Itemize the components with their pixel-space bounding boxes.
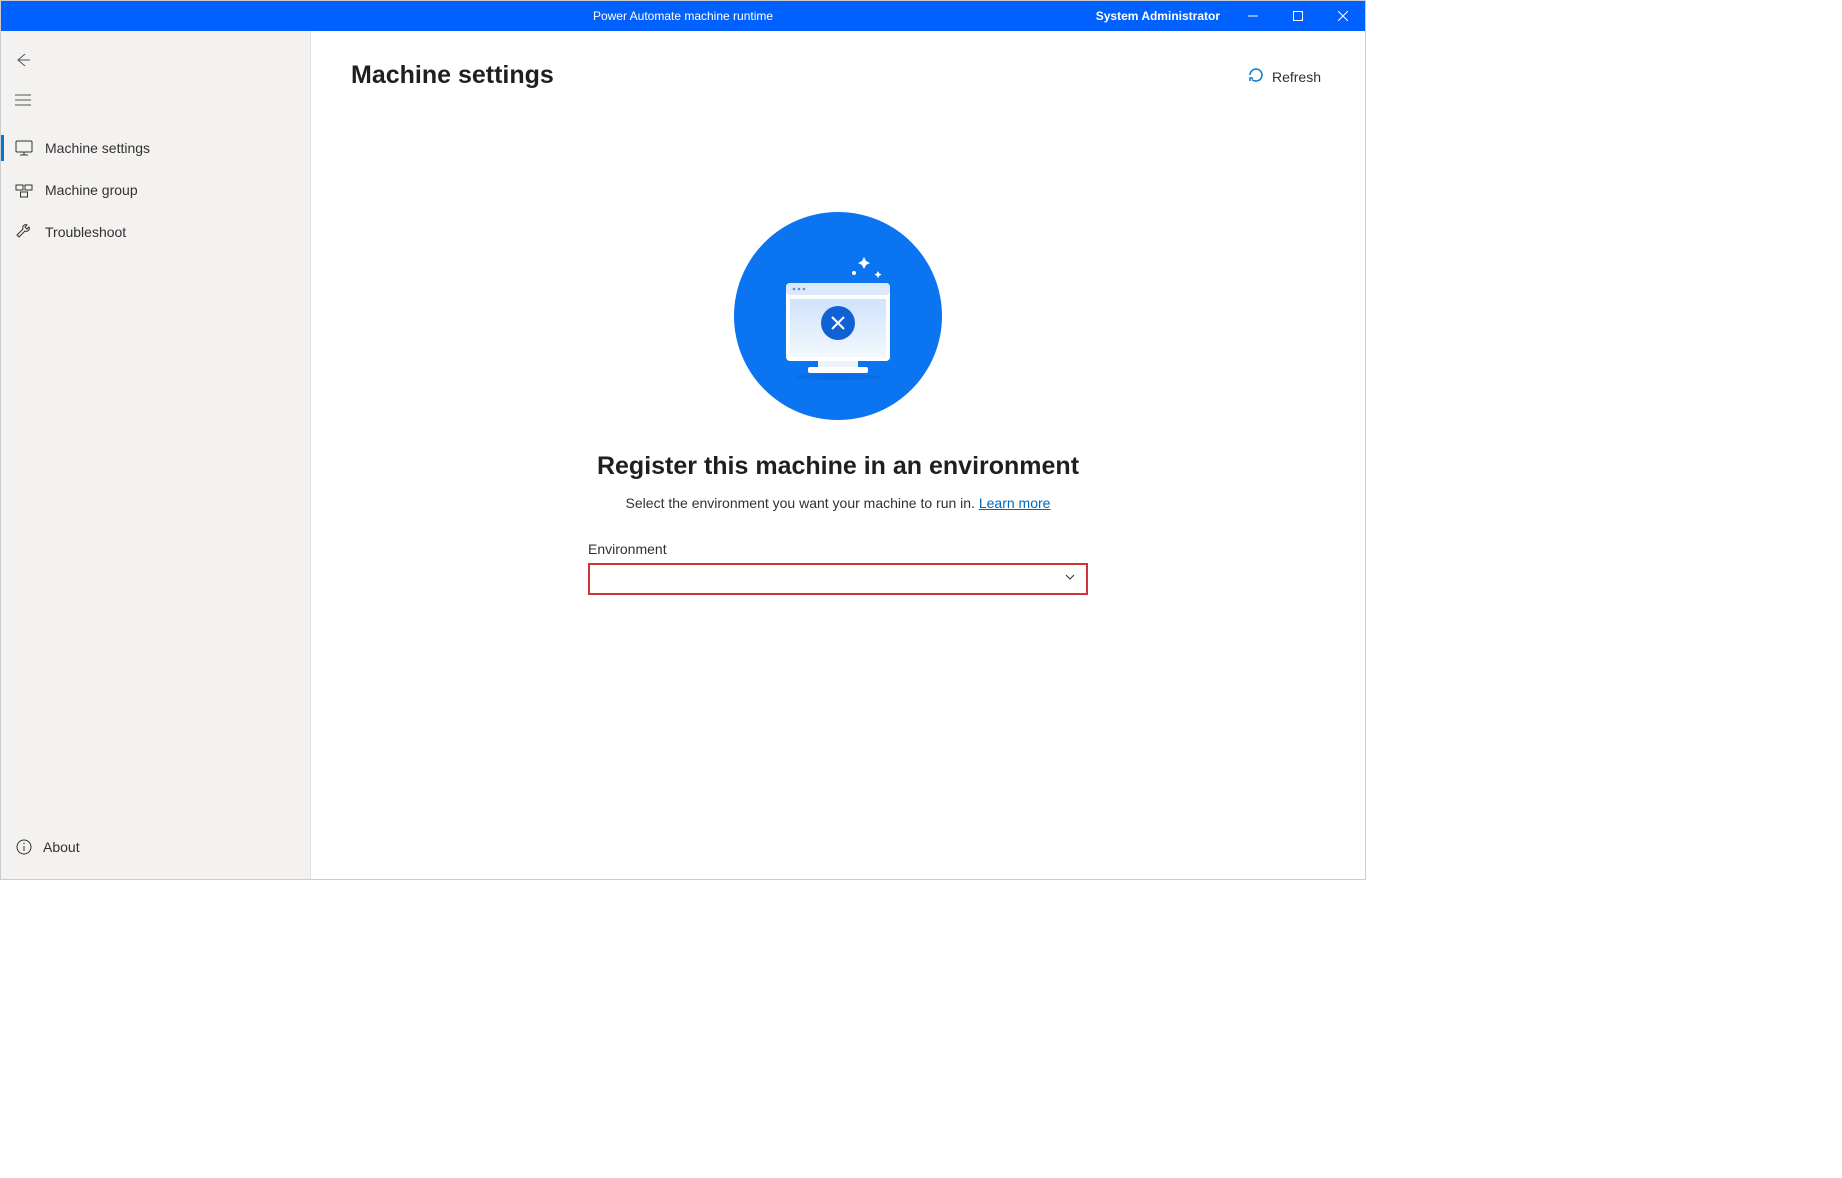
hamburger-button[interactable] xyxy=(3,83,43,117)
sidebar-item-machine-settings[interactable]: Machine settings xyxy=(1,127,310,169)
chevron-down-icon xyxy=(1064,570,1076,588)
window-controls xyxy=(1230,1,1365,31)
about-label: About xyxy=(43,839,80,855)
minimize-button[interactable] xyxy=(1230,1,1275,31)
environment-label: Environment xyxy=(588,541,1088,557)
sidebar-item-troubleshoot[interactable]: Troubleshoot xyxy=(1,211,310,253)
group-icon xyxy=(15,181,33,199)
sidebar-item-label: Troubleshoot xyxy=(45,224,126,240)
about-button[interactable]: About xyxy=(1,829,310,865)
learn-more-link[interactable]: Learn more xyxy=(979,495,1051,511)
refresh-label: Refresh xyxy=(1272,69,1321,85)
titlebar-user: System Administrator xyxy=(1096,9,1220,23)
wrench-icon xyxy=(15,223,33,241)
page-title: Machine settings xyxy=(351,61,554,90)
titlebar: Power Automate machine runtime System Ad… xyxy=(1,1,1365,31)
sidebar-item-machine-group[interactable]: Machine group xyxy=(1,169,310,211)
environment-dropdown[interactable] xyxy=(588,563,1088,595)
info-icon xyxy=(15,838,33,856)
nav: Machine settings Machine group Troublesh… xyxy=(1,127,310,253)
monitor-icon xyxy=(15,139,33,157)
sidebar-item-label: Machine settings xyxy=(45,140,150,156)
back-button[interactable] xyxy=(3,43,43,77)
sidebar: Machine settings Machine group Troublesh… xyxy=(1,31,311,879)
main-content: Machine settings Refresh xyxy=(311,31,1365,879)
close-button[interactable] xyxy=(1320,1,1365,31)
hero-subtext: Select the environment you want your mac… xyxy=(626,495,1051,511)
refresh-icon xyxy=(1248,67,1264,86)
titlebar-title: Power Automate machine runtime xyxy=(593,9,773,23)
hero-illustration xyxy=(734,212,942,420)
hero-heading: Register this machine in an environment xyxy=(597,452,1079,481)
maximize-button[interactable] xyxy=(1275,1,1320,31)
refresh-button[interactable]: Refresh xyxy=(1244,61,1325,92)
sidebar-item-label: Machine group xyxy=(45,182,138,198)
